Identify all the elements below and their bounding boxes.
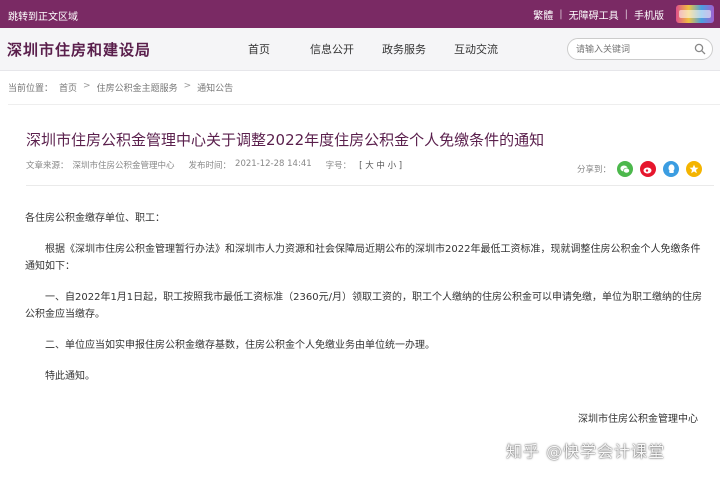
source-value: 深圳市住房公积金管理中心 — [72, 161, 175, 171]
traditional-chinese-link[interactable]: 繁體 — [527, 7, 559, 22]
font-size-switcher[interactable]: [ 大 中 小 ] — [359, 159, 402, 171]
divider: | — [624, 8, 628, 20]
font-size-label: 字号： — [325, 161, 352, 171]
nav-interaction[interactable]: 互动交流 — [454, 41, 498, 57]
top-bar-links: 繁體 | 无障碍工具 | 手机版 — [527, 0, 714, 28]
divider: | — [559, 8, 563, 20]
breadcrumb: 当前位置： 首页 > 住房公积金主题服务 > 通知公告 — [8, 81, 239, 94]
qzone-icon — [668, 164, 675, 173]
source-label: 文章来源： — [26, 161, 69, 171]
nav-info-disclosure[interactable]: 信息公开 — [310, 41, 354, 57]
wechat-icon — [620, 165, 630, 173]
nav-home[interactable]: 首页 — [248, 41, 270, 57]
chevron-right-icon: > — [183, 81, 192, 91]
star-icon — [689, 164, 699, 174]
time-value: 2021-12-28 14:41 — [235, 159, 312, 169]
mobile-version-link[interactable]: 手机版 — [628, 7, 670, 22]
divider — [26, 185, 714, 186]
site-title[interactable]: 深圳市住房和建设局 — [7, 39, 151, 60]
article-meta: 文章来源： 深圳市住房公积金管理中心 发布时间： 2021-12-28 14:4… — [26, 159, 406, 171]
search-box[interactable] — [567, 38, 713, 60]
weibo-share-button[interactable] — [640, 161, 657, 177]
chevron-right-icon: > — [83, 81, 91, 91]
article-panel: 深圳市住房公积金管理中心关于调整2022年度住房公积金个人免缴条件的通知 文章来… — [8, 104, 720, 479]
accessibility-link[interactable]: 无障碍工具 — [563, 7, 625, 22]
nav-gov-services[interactable]: 政务服务 — [382, 41, 426, 57]
favorite-share-button[interactable] — [686, 161, 703, 177]
share-bar: 分享到： — [577, 161, 709, 177]
wechat-share-button[interactable] — [617, 161, 634, 177]
skip-to-content-link[interactable]: 跳转到正文区域 — [8, 8, 78, 23]
top-bar: 跳转到正文区域 繁體 | 无障碍工具 | 手机版 — [0, 0, 720, 28]
breadcrumb-housing-fund[interactable]: 住房公积金主题服务 — [97, 81, 178, 94]
paragraph-item-1: 一、自2022年1月1日起，职工按照我市最低工资标准（2360元/月）领取工资的… — [25, 292, 702, 320]
paragraph-item-2: 二、单位应当如实申报住房公积金缴存基数，住房公积金个人免缴业务由单位统一办理。 — [45, 340, 435, 351]
paragraph-intro: 根据《深圳市住房公积金管理暂行办法》和深圳市人力资源和社会保障局近期公布的深圳市… — [25, 244, 701, 272]
search-icon[interactable] — [694, 43, 706, 55]
article-body: 各住房公积金缴存单位、职工： 根据《深圳市住房公积金管理暂行办法》和深圳市人力资… — [25, 210, 705, 399]
article-title: 深圳市住房公积金管理中心关于调整2022年度住房公积金个人免缴条件的通知 — [26, 131, 545, 149]
signature: 深圳市住房公积金管理中心 — [578, 414, 698, 425]
service-logo-badge[interactable] — [676, 5, 714, 23]
site-header: 深圳市住房和建设局 首页 信息公开 政务服务 互动交流 — [0, 28, 720, 71]
salutation: 各住房公积金缴存单位、职工： — [25, 213, 165, 224]
breadcrumb-home[interactable]: 首页 — [59, 81, 77, 94]
paragraph-closing: 特此通知。 — [45, 371, 95, 382]
weibo-icon — [643, 167, 652, 173]
qzone-share-button[interactable] — [663, 161, 680, 177]
share-label: 分享到： — [577, 165, 612, 175]
breadcrumb-label: 当前位置： — [8, 84, 54, 94]
watermark: 知乎 @快学会计课堂 — [506, 442, 666, 461]
time-label: 发布时间： — [188, 161, 232, 171]
search-input[interactable] — [576, 42, 686, 57]
breadcrumb-notices[interactable]: 通知公告 — [197, 81, 233, 94]
